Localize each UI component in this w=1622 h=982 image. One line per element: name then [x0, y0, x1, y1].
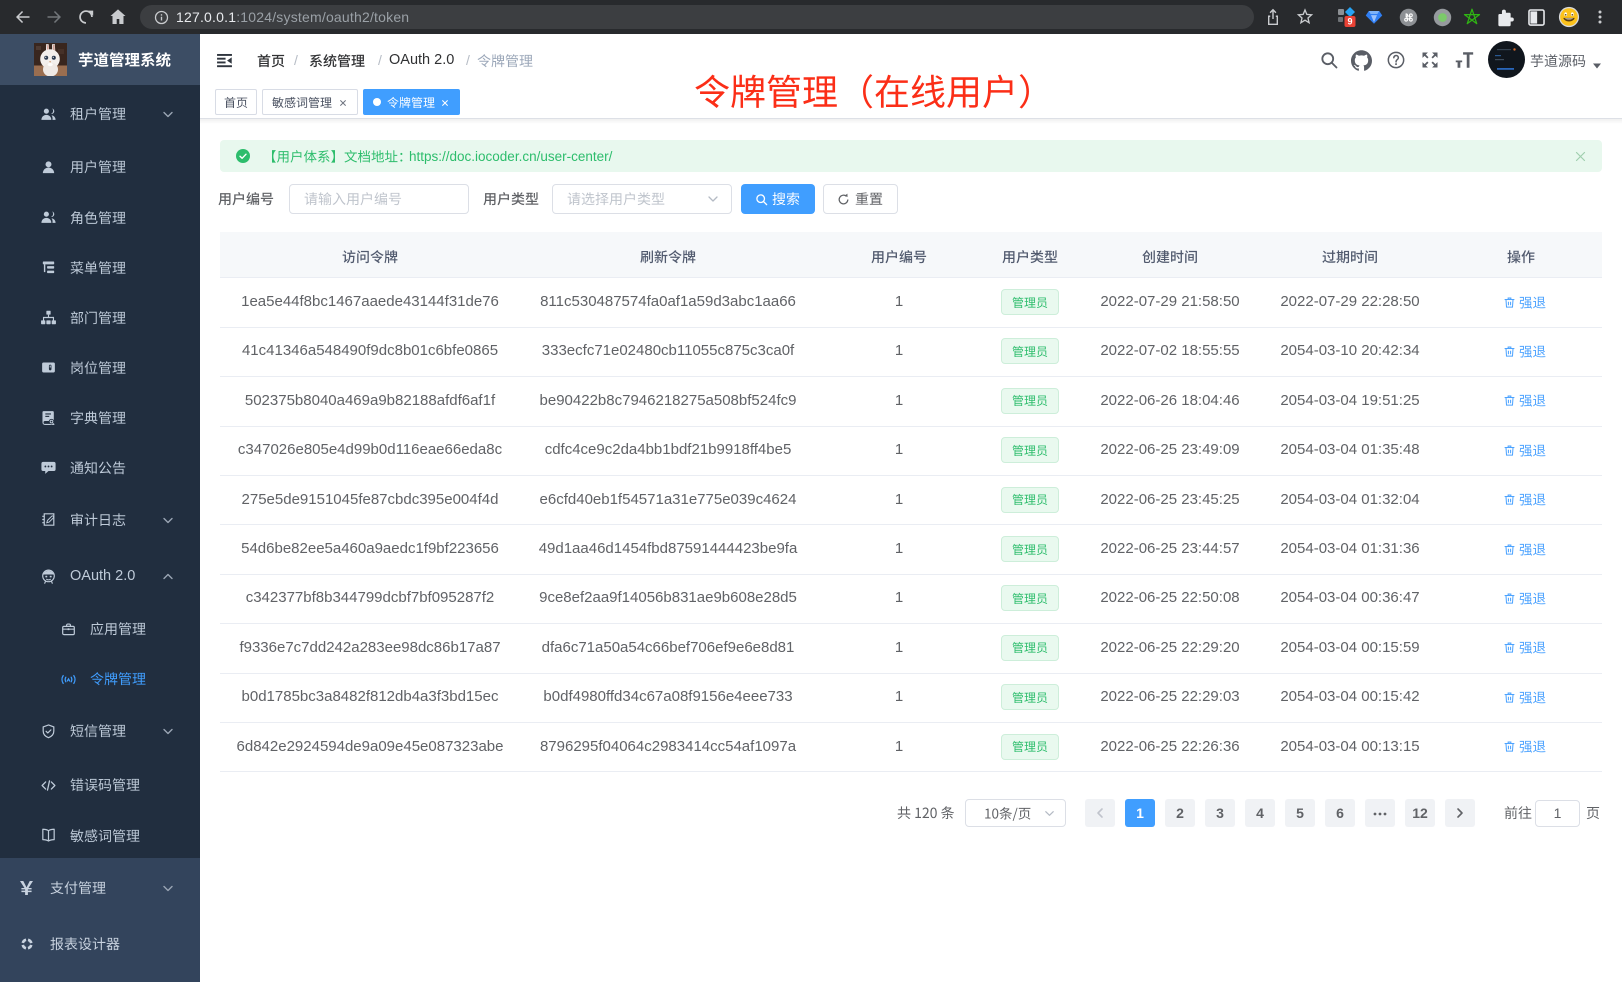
svg-text:9: 9 — [1347, 17, 1352, 27]
